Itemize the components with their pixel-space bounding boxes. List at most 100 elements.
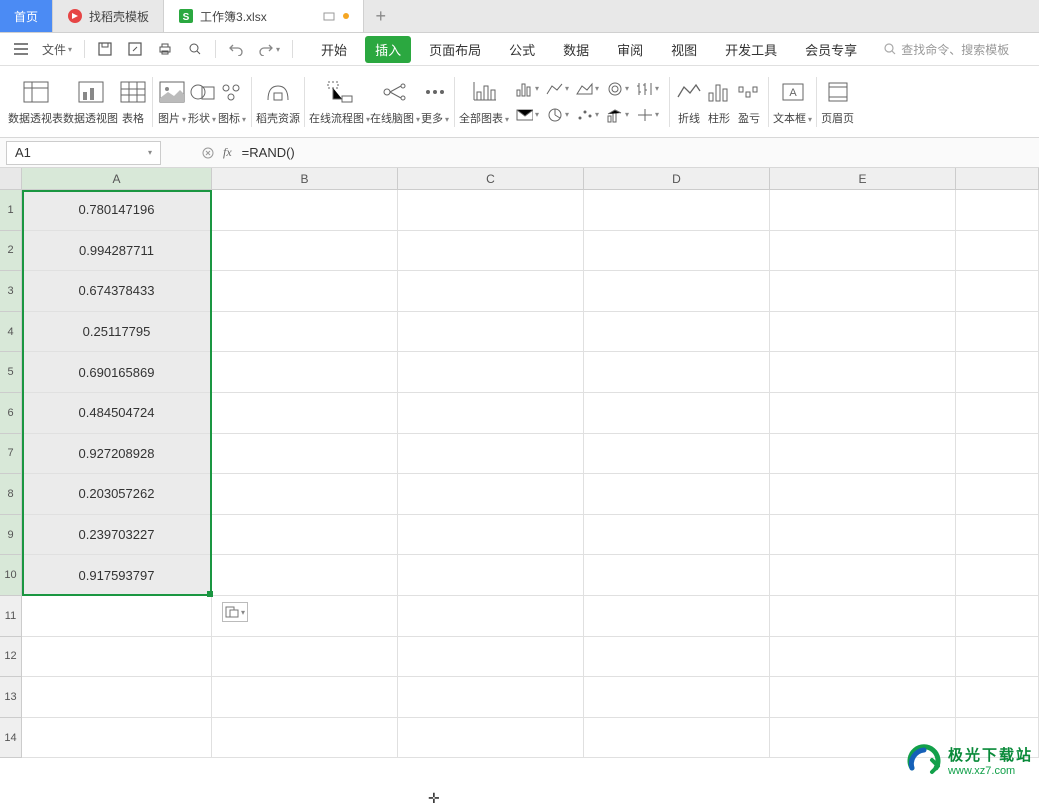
cell[interactable] [398, 515, 584, 556]
cell[interactable] [770, 637, 956, 678]
row-header[interactable]: 3 [0, 271, 22, 312]
cell[interactable] [956, 312, 1039, 353]
row-header[interactable]: 14 [0, 718, 22, 759]
ribbon-all-charts[interactable]: 全部图表▾ [459, 77, 509, 126]
cell[interactable] [584, 718, 770, 759]
col-header-E[interactable]: E [770, 168, 956, 189]
cell[interactable] [770, 393, 956, 434]
search-command[interactable]: 查找命令、搜索模板 [883, 41, 1009, 58]
ribbon-icons[interactable]: 图标▾ [217, 77, 247, 126]
cell[interactable] [770, 352, 956, 393]
print-icon[interactable] [151, 37, 179, 61]
tab-home[interactable]: 首页 [0, 0, 53, 32]
cell[interactable] [212, 555, 398, 596]
undo-icon[interactable] [222, 38, 250, 60]
cell[interactable]: 0.674378433 [22, 271, 212, 312]
cell[interactable] [584, 596, 770, 637]
cell[interactable] [584, 190, 770, 231]
cell[interactable] [956, 271, 1039, 312]
cell[interactable] [212, 271, 398, 312]
col-header-B[interactable]: B [212, 168, 398, 189]
tab-add-button[interactable]: + [364, 0, 398, 32]
cell[interactable] [398, 271, 584, 312]
name-box[interactable]: A1 ▾ [6, 141, 161, 165]
cell[interactable] [212, 190, 398, 231]
scatter-chart-icon[interactable]: ▾ [575, 103, 599, 127]
ribbon-shapes[interactable]: 形状▾ [187, 77, 217, 126]
cell[interactable]: 0.484504724 [22, 393, 212, 434]
hamburger-icon[interactable] [8, 39, 34, 59]
cell[interactable] [770, 677, 956, 718]
row-header[interactable]: 11 [0, 596, 22, 637]
more-charts-icon[interactable]: ▾ [635, 103, 659, 127]
tab-start[interactable]: 开始 [311, 36, 357, 63]
envelope-chart-icon[interactable]: ▾ [515, 103, 539, 127]
cell[interactable] [212, 677, 398, 718]
cell[interactable] [584, 677, 770, 718]
cell[interactable] [584, 474, 770, 515]
ribbon-sparkline-winloss[interactable]: 盈亏 [734, 77, 764, 126]
row-header[interactable]: 8 [0, 474, 22, 515]
ribbon-online-flowchart[interactable]: 在线流程图▾ [309, 77, 370, 126]
row-header[interactable]: 10 [0, 555, 22, 596]
row-header[interactable]: 9 [0, 515, 22, 556]
cell[interactable] [398, 393, 584, 434]
row-header[interactable]: 4 [0, 312, 22, 353]
tab-workbook[interactable]: S 工作簿3.xlsx [164, 0, 364, 32]
cell[interactable] [956, 596, 1039, 637]
cell[interactable] [770, 474, 956, 515]
tab-docer-templates[interactable]: 找稻壳模板 [53, 0, 164, 32]
save-as-icon[interactable] [121, 37, 149, 61]
col-header-C[interactable]: C [398, 168, 584, 189]
cell[interactable]: 0.690165869 [22, 352, 212, 393]
formula-input[interactable]: =RAND() [232, 145, 1039, 160]
cell[interactable] [212, 393, 398, 434]
cell[interactable] [398, 190, 584, 231]
cell[interactable] [212, 637, 398, 678]
col-header-D[interactable]: D [584, 168, 770, 189]
cell[interactable] [212, 474, 398, 515]
cancel-formula-icon[interactable] [201, 146, 215, 160]
cell[interactable] [584, 312, 770, 353]
cell[interactable] [770, 312, 956, 353]
ribbon-pivot-table[interactable]: 数据透视表 [8, 77, 63, 126]
cell[interactable] [398, 637, 584, 678]
ribbon-sparkline-line[interactable]: 折线 [674, 77, 704, 126]
cell[interactable] [212, 352, 398, 393]
cell[interactable] [956, 515, 1039, 556]
pie-chart-icon[interactable]: ▾ [545, 103, 569, 127]
file-menu[interactable]: 文件 ▾ [36, 37, 78, 62]
redo-icon[interactable]: ▾ [252, 38, 286, 60]
cell[interactable] [398, 231, 584, 272]
stock-chart-icon[interactable]: ▾ [635, 77, 659, 101]
row-header[interactable]: 7 [0, 434, 22, 475]
cell[interactable] [770, 596, 956, 637]
row-header[interactable]: 13 [0, 677, 22, 718]
ribbon-more[interactable]: 更多▾ [420, 77, 450, 126]
cell[interactable] [956, 637, 1039, 678]
combo-chart-icon[interactable]: ▾ [605, 103, 629, 127]
ribbon-textbox[interactable]: A 文本框▾ [773, 77, 812, 126]
row-header[interactable]: 1 [0, 190, 22, 231]
tab-formula[interactable]: 公式 [499, 36, 545, 63]
select-all-corner[interactable] [0, 168, 22, 189]
cell[interactable] [212, 718, 398, 759]
cell[interactable] [770, 190, 956, 231]
col-header-F[interactable] [956, 168, 1039, 189]
cell[interactable] [956, 474, 1039, 515]
cell[interactable] [584, 434, 770, 475]
cell[interactable] [584, 555, 770, 596]
cell[interactable] [22, 718, 212, 759]
cell[interactable] [956, 393, 1039, 434]
tab-insert[interactable]: 插入 [365, 36, 411, 63]
cell[interactable]: 0.927208928 [22, 434, 212, 475]
ribbon-table[interactable]: 表格 [118, 77, 148, 126]
col-header-A[interactable]: A [22, 168, 212, 189]
bar-chart-icon[interactable]: ▾ [515, 77, 539, 101]
cell[interactable] [584, 231, 770, 272]
cell[interactable] [770, 271, 956, 312]
cell[interactable] [956, 555, 1039, 596]
cell[interactable]: 0.994287711 [22, 231, 212, 272]
cell[interactable] [584, 515, 770, 556]
area-chart-icon[interactable]: ▾ [575, 77, 599, 101]
